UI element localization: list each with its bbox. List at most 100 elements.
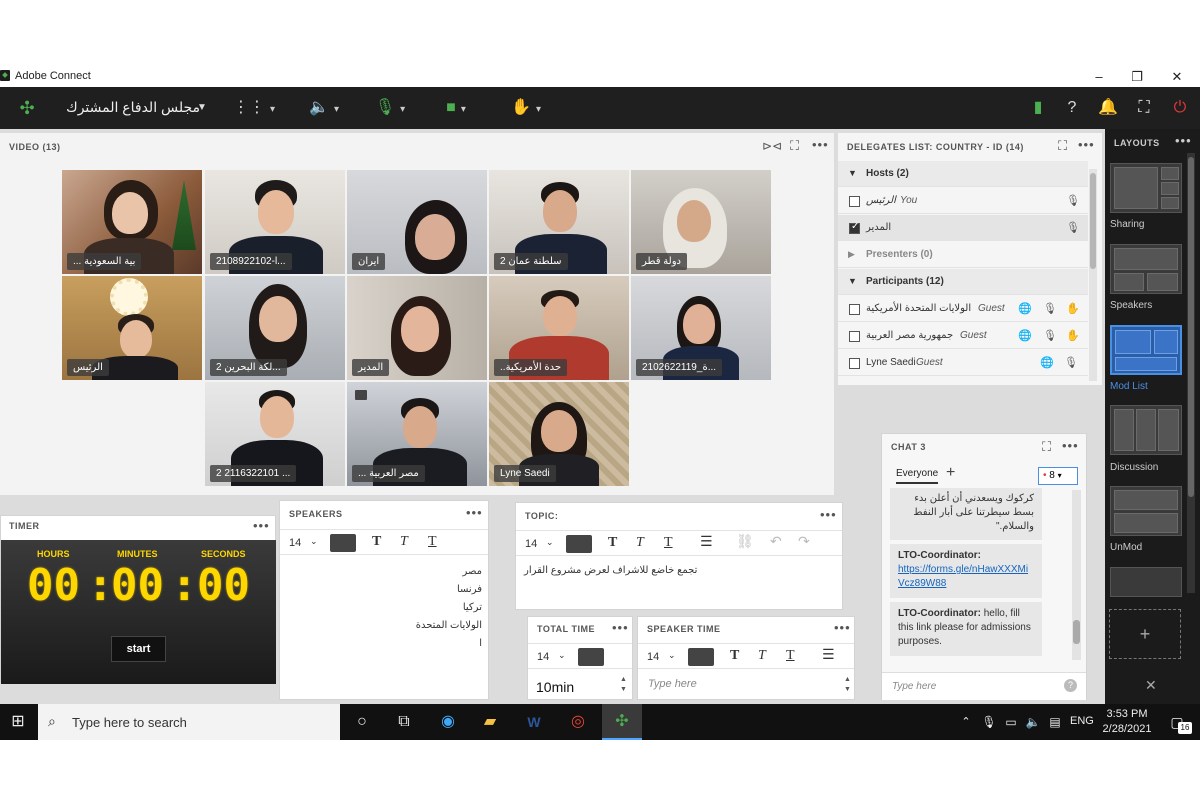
task-view-icon[interactable]: ⧉ bbox=[384, 704, 424, 740]
attendee-checkbox[interactable] bbox=[849, 358, 860, 369]
notifications-bell-icon[interactable]: 🔔 bbox=[1094, 87, 1122, 129]
attendee-checkbox-checked[interactable] bbox=[849, 221, 860, 234]
hosts-section-header[interactable]: ▼ Hosts (2) bbox=[838, 161, 1088, 187]
video-tile[interactable]: Lyne Saedi bbox=[489, 382, 629, 486]
underline-button[interactable]: T bbox=[786, 648, 795, 664]
speaker-icon[interactable]: 🔈 ▾ bbox=[302, 87, 346, 129]
video-tile[interactable]: لكة البحرين 2... bbox=[205, 276, 345, 380]
topic-text[interactable]: تجمع خاضع للاشراف لعرض مشروع القرار bbox=[524, 565, 834, 576]
speaker-time-menu-icon[interactable]: ••• bbox=[834, 620, 851, 635]
layout-thumb-mod-list[interactable] bbox=[1110, 325, 1182, 375]
word-icon[interactable]: W bbox=[514, 704, 554, 740]
topic-pod-menu-icon[interactable]: ••• bbox=[820, 507, 837, 522]
stepper-icon[interactable]: ▲ ▼ bbox=[620, 675, 627, 695]
timer-pod-menu-icon[interactable]: ••• bbox=[253, 518, 270, 533]
minimize-button[interactable]: – bbox=[1078, 66, 1120, 87]
video-tile[interactable]: سلطنة عمان 2 bbox=[489, 170, 629, 274]
volume-icon[interactable]: 🔈 bbox=[1022, 704, 1044, 740]
italic-button[interactable]: T bbox=[400, 534, 408, 550]
chrome-icon[interactable]: ◎ bbox=[558, 704, 598, 740]
stepper-icon[interactable]: ▲ ▼ bbox=[844, 675, 851, 695]
attendee-row[interactable]: الولايات المتحدة الأمريكية Guest 🌐 🎙 ✋ bbox=[838, 296, 1088, 322]
font-size-select[interactable]: 14 bbox=[525, 538, 537, 550]
total-time-menu-icon[interactable]: ••• bbox=[612, 620, 629, 635]
text-color-swatch[interactable] bbox=[566, 535, 592, 553]
connection-strength-icon[interactable]: ▮ bbox=[1024, 87, 1052, 129]
power-icon[interactable]: ⏻ bbox=[1166, 87, 1194, 129]
layout-thumb[interactable] bbox=[1110, 567, 1182, 597]
video-pod-menu-icon[interactable]: ••• bbox=[812, 137, 829, 152]
close-button[interactable]: ✕ bbox=[1156, 66, 1198, 87]
attendee-row[interactable]: المدير 🎙 bbox=[838, 215, 1088, 241]
show-hidden-icons-icon[interactable]: ⌃ bbox=[956, 704, 976, 740]
chevron-down-icon[interactable]: ⌄ bbox=[558, 650, 566, 661]
tools-icon[interactable]: ✕ bbox=[1145, 677, 1157, 694]
app-menu-icon[interactable]: ✣ bbox=[10, 87, 44, 129]
italic-button[interactable]: T bbox=[636, 535, 644, 551]
pod-fullscreen-icon[interactable]: ⛶ bbox=[1058, 138, 1067, 154]
video-tile[interactable]: ايران bbox=[347, 170, 487, 274]
chat-options-dropdown[interactable]: • 8 ▾ bbox=[1038, 467, 1078, 485]
timer-start-button[interactable]: start bbox=[111, 636, 166, 662]
file-explorer-icon[interactable]: ▰ bbox=[470, 704, 510, 740]
add-layout-button[interactable]: + bbox=[1109, 609, 1181, 659]
underline-button[interactable]: T bbox=[428, 534, 437, 550]
bullet-list-icon[interactable]: ☰ bbox=[700, 534, 713, 550]
raise-hand-icon[interactable]: ✋ ▾ bbox=[504, 87, 548, 129]
chevron-down-icon[interactable]: ⌄ bbox=[668, 650, 676, 661]
new-chat-tab-button[interactable]: + bbox=[946, 464, 955, 482]
pod-fullscreen-icon[interactable]: ⛶ bbox=[790, 138, 799, 154]
speakers-list[interactable]: مصر فرنسا تركيا الولايات المتحدة ا bbox=[288, 563, 482, 653]
battery-icon[interactable]: ▭ bbox=[1000, 704, 1022, 740]
presenters-section-header[interactable]: ▶ Presenters (0) bbox=[838, 242, 1088, 268]
scrollbar-thumb[interactable] bbox=[1073, 620, 1080, 644]
adobe-connect-taskbar-icon[interactable]: ✣ bbox=[602, 704, 642, 740]
help-icon[interactable]: ? bbox=[1058, 87, 1086, 129]
speaker-time-input[interactable]: Type here bbox=[648, 678, 697, 690]
chevron-down-icon[interactable]: ⌄ bbox=[310, 536, 318, 547]
bold-button[interactable]: T bbox=[730, 648, 739, 664]
chat-input[interactable]: Type here bbox=[892, 681, 936, 692]
text-color-swatch[interactable] bbox=[688, 648, 714, 666]
video-tile[interactable]: 2102622119_ة... bbox=[631, 276, 771, 380]
clock[interactable]: 3:53 PM 2/28/2021 bbox=[1102, 708, 1152, 735]
layouts-menu-icon[interactable]: ••• bbox=[1175, 133, 1192, 148]
attendee-row[interactable]: الرئيس You 🎙 bbox=[838, 188, 1088, 214]
chat-tab-everyone[interactable]: Everyone bbox=[896, 468, 939, 484]
chevron-down-icon[interactable]: ⌄ bbox=[546, 537, 554, 548]
video-tile[interactable]: 2 2116322101 ... bbox=[205, 382, 345, 486]
mirror-icon[interactable]: ⊳⊲ bbox=[762, 139, 782, 153]
maximize-button[interactable]: ❐ bbox=[1116, 66, 1158, 87]
attendee-checkbox[interactable] bbox=[849, 304, 860, 315]
layout-thumb-speakers[interactable] bbox=[1110, 244, 1182, 294]
speakers-pod-menu-icon[interactable]: ••• bbox=[466, 505, 483, 520]
scrollbar[interactable] bbox=[1187, 153, 1195, 593]
video-tile[interactable]: الرئيس bbox=[62, 276, 202, 380]
video-tile[interactable]: ... بية السعودية bbox=[62, 170, 202, 274]
text-color-swatch[interactable] bbox=[578, 648, 604, 666]
font-size-select[interactable]: 14 bbox=[537, 651, 549, 663]
scrollbar-thumb[interactable] bbox=[1090, 173, 1096, 269]
bullet-list-icon[interactable]: ☰ bbox=[822, 647, 835, 663]
pod-fullscreen-icon[interactable]: ⛶ bbox=[1042, 439, 1051, 455]
windows-start-icon[interactable]: ⊞ bbox=[0, 704, 36, 740]
cortana-icon[interactable]: ○ bbox=[342, 704, 382, 740]
input-language[interactable]: ENG bbox=[1070, 715, 1094, 727]
scrollbar[interactable] bbox=[1089, 169, 1097, 381]
video-tile[interactable]: دولة قطر bbox=[631, 170, 771, 274]
underline-button[interactable]: T bbox=[664, 535, 673, 551]
room-name[interactable]: مجلس الدفاع المشترك bbox=[60, 99, 200, 116]
video-tile[interactable]: 2108922102-l... bbox=[205, 170, 345, 274]
attendee-checkbox[interactable] bbox=[849, 331, 860, 342]
room-menu-chevron-icon[interactable]: ▼ bbox=[192, 87, 212, 129]
apps-grid-icon[interactable]: ⋮⋮ ▾ bbox=[232, 87, 276, 129]
undo-icon[interactable]: ↶ bbox=[770, 534, 782, 550]
layout-thumb-discussion[interactable] bbox=[1110, 405, 1182, 455]
network-icon[interactable]: ▤ bbox=[1044, 704, 1066, 740]
italic-button[interactable]: T bbox=[758, 648, 766, 664]
microphone-icon[interactable]: 🎙 bbox=[978, 704, 1000, 740]
delegates-pod-menu-icon[interactable]: ••• bbox=[1078, 137, 1095, 152]
font-size-select[interactable]: 14 bbox=[647, 651, 659, 663]
bold-button[interactable]: T bbox=[608, 535, 617, 551]
total-time-value[interactable]: 10min bbox=[536, 679, 574, 695]
